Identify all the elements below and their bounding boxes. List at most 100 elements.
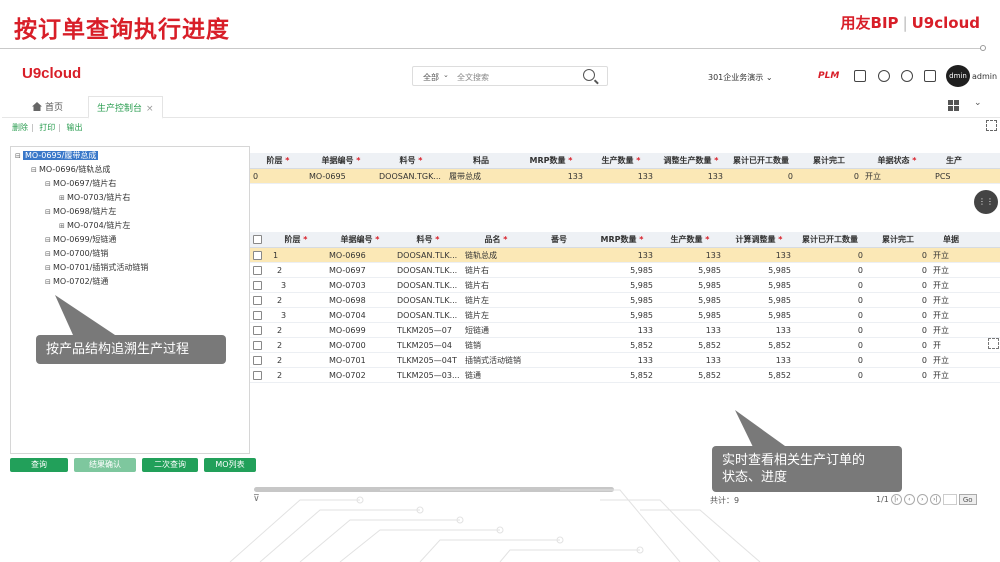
calendar-icon[interactable] [924,70,936,82]
column-header[interactable]: 品名 * [462,232,530,247]
column-header[interactable]: 阶层 * [250,153,306,168]
column-header[interactable]: MRP数量 * [588,232,656,247]
delete-button[interactable]: 删除 [12,123,28,132]
fullscreen-icon[interactable] [986,120,997,131]
search-scope[interactable]: 全部 [423,72,439,83]
column-header[interactable]: 生产数量 * [586,153,656,168]
tab-production-console[interactable]: 生产控制台 × [88,96,163,119]
tree-toggle-icon[interactable]: ⊟ [45,208,53,216]
column-header[interactable]: 料号 * [376,153,446,168]
tree-toggle-icon[interactable]: ⊟ [45,180,53,188]
tree-node[interactable]: ⊟ MO-0695/履带总成 [15,150,99,161]
column-header[interactable]: 生产数量 * [656,232,724,247]
cube-icon[interactable] [878,70,890,82]
tab-active-label: 生产控制台 [97,104,143,114]
select-all-checkbox[interactable] [253,235,262,244]
row-checkbox[interactable] [253,251,262,260]
row-checkbox[interactable] [253,341,262,350]
column-header[interactable]: 累计完工 [866,232,930,247]
row-checkbox[interactable] [253,371,262,380]
table-cell: 5,985 [630,281,653,290]
tree-node[interactable]: ⊟ MO-0699/短链通 [45,234,116,245]
search-input[interactable]: 全文搜索 [457,72,489,83]
user-name[interactable]: admin [972,72,997,81]
column-header[interactable]: 单据 [930,232,972,247]
tree-toggle-icon[interactable]: ⊞ [59,194,67,202]
confirm-result-button[interactable]: 结果确认 [74,458,136,472]
tree-node[interactable]: ⊟ MO-0702/链通 [45,276,108,287]
avatar[interactable]: dmin [946,65,970,87]
table-row[interactable]: 3 MO-0703 DOOSAN.TLK... 链片右 5,985 5,985 5,985 0… [250,278,1000,293]
more-menu-icon[interactable]: ⋮⋮ [974,190,998,214]
column-header[interactable]: 调整生产数量 * [656,153,726,168]
column-header[interactable]: 计算调整量 * [724,232,794,247]
table-row[interactable]: 2 MO-0700 TLKM205—04 链销 5,852 5,852 5,852 0 0 开 [250,338,1000,353]
table-row[interactable]: 2 MO-0699 TLKM205—07 短链通 133 133 133 0 0 开立 [250,323,1000,338]
tree-node-label: MO-0701/插销式活动链销 [53,263,149,272]
column-header[interactable]: 番号 [530,232,588,247]
close-icon[interactable]: × [146,104,154,114]
column-header[interactable]: 单据编号 * [326,232,394,247]
tree-toggle-icon[interactable]: ⊟ [45,250,53,258]
tree-node[interactable]: ⊟ MO-0698/链片左 [45,206,116,217]
side-expand-icon[interactable] [988,338,999,349]
column-header[interactable]: 单据状态 * [862,153,932,168]
row-checkbox[interactable] [253,326,262,335]
row-checkbox[interactable] [253,281,262,290]
tree-node[interactable]: ⊟ MO-0701/插销式活动链销 [45,262,148,273]
column-header[interactable]: 累计已开工数量 [794,232,866,247]
tenant-selector[interactable]: 301企业务演示 ⌄ [708,72,773,83]
tree-node[interactable]: ⊞ MO-0703/链片右 [59,192,130,203]
tree-node[interactable]: ⊟ MO-0697/链片右 [45,178,116,189]
column-header[interactable]: 料品 [446,153,516,168]
query-button[interactable]: 查询 [10,458,68,472]
row-checkbox[interactable] [253,356,262,365]
table-cell [530,293,588,308]
table-cell: 链片左 [465,296,489,305]
tree-node[interactable]: ⊟ MO-0696/链轨总成 [31,164,110,175]
print-button[interactable]: 打印 [39,123,55,132]
table-row[interactable]: 2 MO-0702 TLKM205—03... 链通 5,852 5,852 5,852 0 0… [250,368,1000,383]
second-query-button[interactable]: 二次查询 [142,458,198,472]
column-header[interactable]: 累计已开工数量 [726,153,796,168]
apps-grid-icon[interactable] [948,100,959,111]
table-cell: 0 [857,356,863,365]
column-header[interactable]: MRP数量 * [516,153,586,168]
row-checkbox[interactable] [253,311,262,320]
table-row[interactable]: 2 MO-0698 DOOSAN.TLK... 链片左 5,985 5,985 5,985 0… [250,293,1000,308]
tree-toggle-icon[interactable]: ⊞ [59,222,67,230]
tree-toggle-icon[interactable]: ⊟ [45,278,53,286]
export-button[interactable]: 输出 [67,123,83,132]
plm-link[interactable]: PLM [818,71,839,81]
tree-toggle-icon[interactable]: ⊟ [15,152,23,160]
table-cell: 0 [921,281,927,290]
column-header[interactable]: 阶层 * [266,232,326,247]
tree-node[interactable]: ⊞ MO-0704/链片左 [59,220,130,231]
tree-node-label: MO-0697/链片右 [53,179,117,188]
toolbar: 删除 | 打印 | 输出 [12,123,83,132]
table-row[interactable]: 0 MO-0695 DOOSAN.TGK... 履带总成 133 133 133 0 0 开立 PC… [250,169,1000,184]
app-logo[interactable]: U9cloud [22,65,81,82]
row-checkbox[interactable] [253,266,262,275]
callout-left-text: 按产品结构追溯生产过程 [46,342,190,357]
tree-toggle-icon[interactable]: ⊟ [45,236,53,244]
tab-home[interactable]: 首页 [32,100,63,113]
table-row[interactable]: 2 MO-0701 TLKM205—04T 插销式活动链销 133 133 133 0 0 开立 [250,353,1000,368]
mo-list-button[interactable]: MO列表 [204,458,256,472]
chevron-down-icon[interactable]: ⌄ [974,98,982,108]
table-row[interactable]: 2 MO-0697 DOOSAN.TLK... 链片右 5,985 5,985 5,985 0… [250,263,1000,278]
message-icon[interactable] [854,70,866,82]
column-header[interactable]: 累计完工 [796,153,862,168]
row-checkbox[interactable] [253,296,262,305]
tree-toggle-icon[interactable]: ⊟ [31,166,39,174]
help-icon[interactable] [901,70,913,82]
table-row[interactable]: 1 MO-0696 DOOSAN.TLK... 链轨总成 133 133 133 0 0 开立 [250,248,1000,263]
search-icon[interactable] [583,69,595,81]
tree-toggle-icon[interactable]: ⊟ [45,264,53,272]
table-row[interactable]: 3 MO-0704 DOOSAN.TLK... 链片左 5,985 5,985 5,985 0… [250,308,1000,323]
tree-node[interactable]: ⊟ MO-0700/链销 [45,248,108,259]
global-search[interactable]: 全部 ⌄ 全文搜索 [412,66,608,86]
column-header[interactable]: 生产 [932,153,976,168]
column-header[interactable]: 料号 * [394,232,462,247]
column-header[interactable]: 单据编号 * [306,153,376,168]
